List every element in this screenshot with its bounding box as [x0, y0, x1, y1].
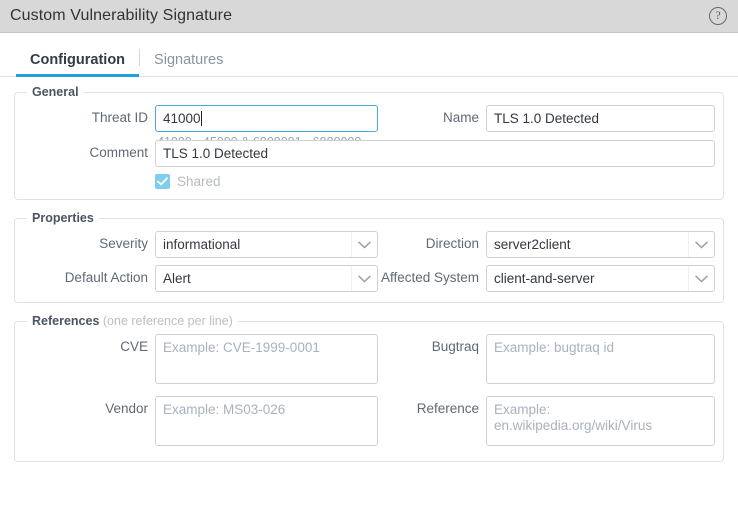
tab-bar: Configuration Signatures: [0, 33, 738, 77]
section-general-legend: General: [27, 85, 84, 99]
cve-textarea[interactable]: [155, 334, 378, 384]
field-direction: Direction server2client: [378, 231, 715, 258]
section-properties-legend: Properties: [27, 211, 99, 225]
tab-signatures[interactable]: Signatures: [140, 52, 237, 77]
row-default-action-affected-system: Default Action Alert Affected System cli…: [23, 265, 715, 292]
severity-label: Severity: [99, 236, 148, 251]
shared-label: Shared: [177, 174, 221, 189]
chevron-down-icon[interactable]: [351, 232, 377, 257]
direction-select[interactable]: server2client: [486, 231, 715, 258]
checkmark-icon[interactable]: [155, 174, 170, 189]
page-title: Custom Vulnerability Signature: [10, 7, 233, 24]
shared-spacer: [23, 174, 155, 179]
row-comment: Comment: [23, 140, 715, 167]
name-label: Name: [442, 110, 479, 125]
reference-label: Reference: [416, 401, 479, 416]
default-action-select[interactable]: Alert: [155, 265, 378, 292]
shared-checkbox-row[interactable]: Shared: [155, 174, 715, 189]
bugtraq-label: Bugtraq: [431, 339, 479, 354]
section-references-legend-sub: (one reference per line): [102, 314, 233, 328]
severity-value: informational: [163, 237, 241, 252]
text-caret: [200, 111, 202, 126]
chevron-down-icon[interactable]: [351, 266, 377, 291]
reference-textarea[interactable]: [486, 396, 715, 446]
row-vendor-reference: Vendor Reference: [23, 396, 715, 451]
field-affected-system: Affected System client-and-server: [378, 265, 715, 292]
threat-id-label: Threat ID: [91, 110, 148, 125]
default-action-label: Default Action: [64, 270, 148, 285]
dialog-body: General Threat ID 41000 41000 - 45000 & …: [0, 77, 738, 462]
row-shared: Shared: [23, 174, 715, 189]
field-bugtraq: Bugtraq: [378, 334, 715, 389]
affected-system-value: client-and-server: [494, 271, 595, 286]
chevron-down-icon[interactable]: [688, 232, 714, 257]
section-general-legend-text: General: [32, 85, 79, 99]
direction-label: Direction: [425, 236, 479, 251]
comment-label: Comment: [89, 145, 148, 160]
threat-id-value: 41000: [163, 111, 201, 126]
question-mark-circle-icon[interactable]: ?: [709, 7, 727, 25]
field-shared: Shared: [23, 174, 715, 189]
field-default-action: Default Action Alert: [23, 265, 378, 292]
direction-value: server2client: [494, 237, 571, 252]
tab-configuration[interactable]: Configuration: [16, 52, 140, 77]
default-action-value: Alert: [163, 271, 191, 286]
section-general: General Threat ID 41000 41000 - 45000 & …: [14, 85, 724, 200]
field-reference: Reference: [378, 396, 715, 451]
field-comment: Comment: [23, 140, 715, 167]
comment-input[interactable]: [155, 140, 715, 167]
section-properties: Properties Severity informational Direct…: [14, 211, 724, 303]
section-references-legend-text: References: [32, 314, 100, 328]
section-references: References (one reference per line) CVE …: [14, 314, 724, 462]
chevron-down-icon[interactable]: [688, 266, 714, 291]
severity-select[interactable]: informational: [155, 231, 378, 258]
name-input[interactable]: [486, 105, 715, 132]
field-name: Name: [378, 105, 715, 132]
threat-id-input[interactable]: 41000: [155, 105, 378, 132]
affected-system-label: Affected System: [380, 270, 479, 285]
dialog-title-bar: Custom Vulnerability Signature ?: [0, 0, 738, 33]
cve-label: CVE: [120, 339, 148, 354]
field-cve: CVE: [23, 334, 378, 389]
bugtraq-textarea[interactable]: [486, 334, 715, 384]
field-severity: Severity informational: [23, 231, 378, 258]
field-vendor: Vendor: [23, 396, 378, 451]
section-properties-legend-text: Properties: [32, 211, 94, 225]
section-references-legend: References (one reference per line): [27, 314, 238, 328]
row-cve-bugtraq: CVE Bugtraq: [23, 334, 715, 389]
affected-system-select[interactable]: client-and-server: [486, 265, 715, 292]
vendor-label: Vendor: [105, 401, 148, 416]
vendor-textarea[interactable]: [155, 396, 378, 446]
row-severity-direction: Severity informational Direction server2…: [23, 231, 715, 258]
